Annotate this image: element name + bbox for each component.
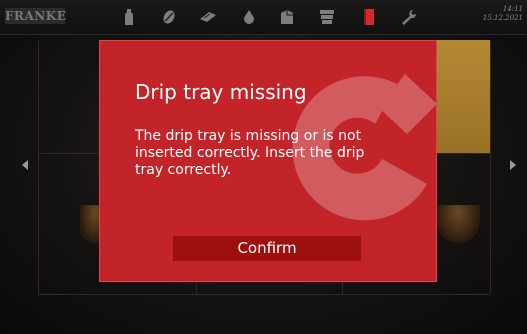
clock: 14:11 15.12.2021	[483, 5, 523, 23]
drip-tray-alert-dialog: Drip tray missing The drip tray is missi…	[99, 40, 437, 282]
clock-time: 14:11	[502, 5, 523, 13]
dialog-message: The drip tray is missing or is not inser…	[135, 128, 365, 178]
franke-logo: FRANKE	[5, 8, 67, 24]
wrench-icon[interactable]	[400, 8, 418, 26]
cleaning-tablet-icon[interactable]	[199, 8, 217, 26]
tile-divider	[38, 294, 490, 295]
coffee-machine-screen: FRANKE 14:11 15.12.2021 Drip tray missin…	[0, 0, 527, 334]
clock-date: 15.12.2021	[482, 14, 523, 22]
arrow-left-icon[interactable]	[22, 160, 28, 170]
bottle-icon[interactable]	[120, 8, 138, 26]
bean-icon[interactable]	[160, 8, 178, 26]
arrow-right-icon[interactable]	[510, 160, 516, 170]
tile-divider	[38, 40, 39, 294]
dialog-title: Drip tray missing	[135, 80, 307, 104]
tile-divider	[490, 40, 491, 294]
cup-stack-icon[interactable]	[318, 8, 336, 26]
milk-pack-icon[interactable]	[278, 8, 296, 26]
top-bar: FRANKE 14:11 15.12.2021	[0, 0, 527, 35]
book-icon[interactable]	[360, 8, 378, 26]
water-drop-icon[interactable]	[240, 8, 258, 26]
coffee-cup-image	[436, 205, 480, 243]
confirm-button[interactable]: Confirm	[173, 236, 361, 261]
